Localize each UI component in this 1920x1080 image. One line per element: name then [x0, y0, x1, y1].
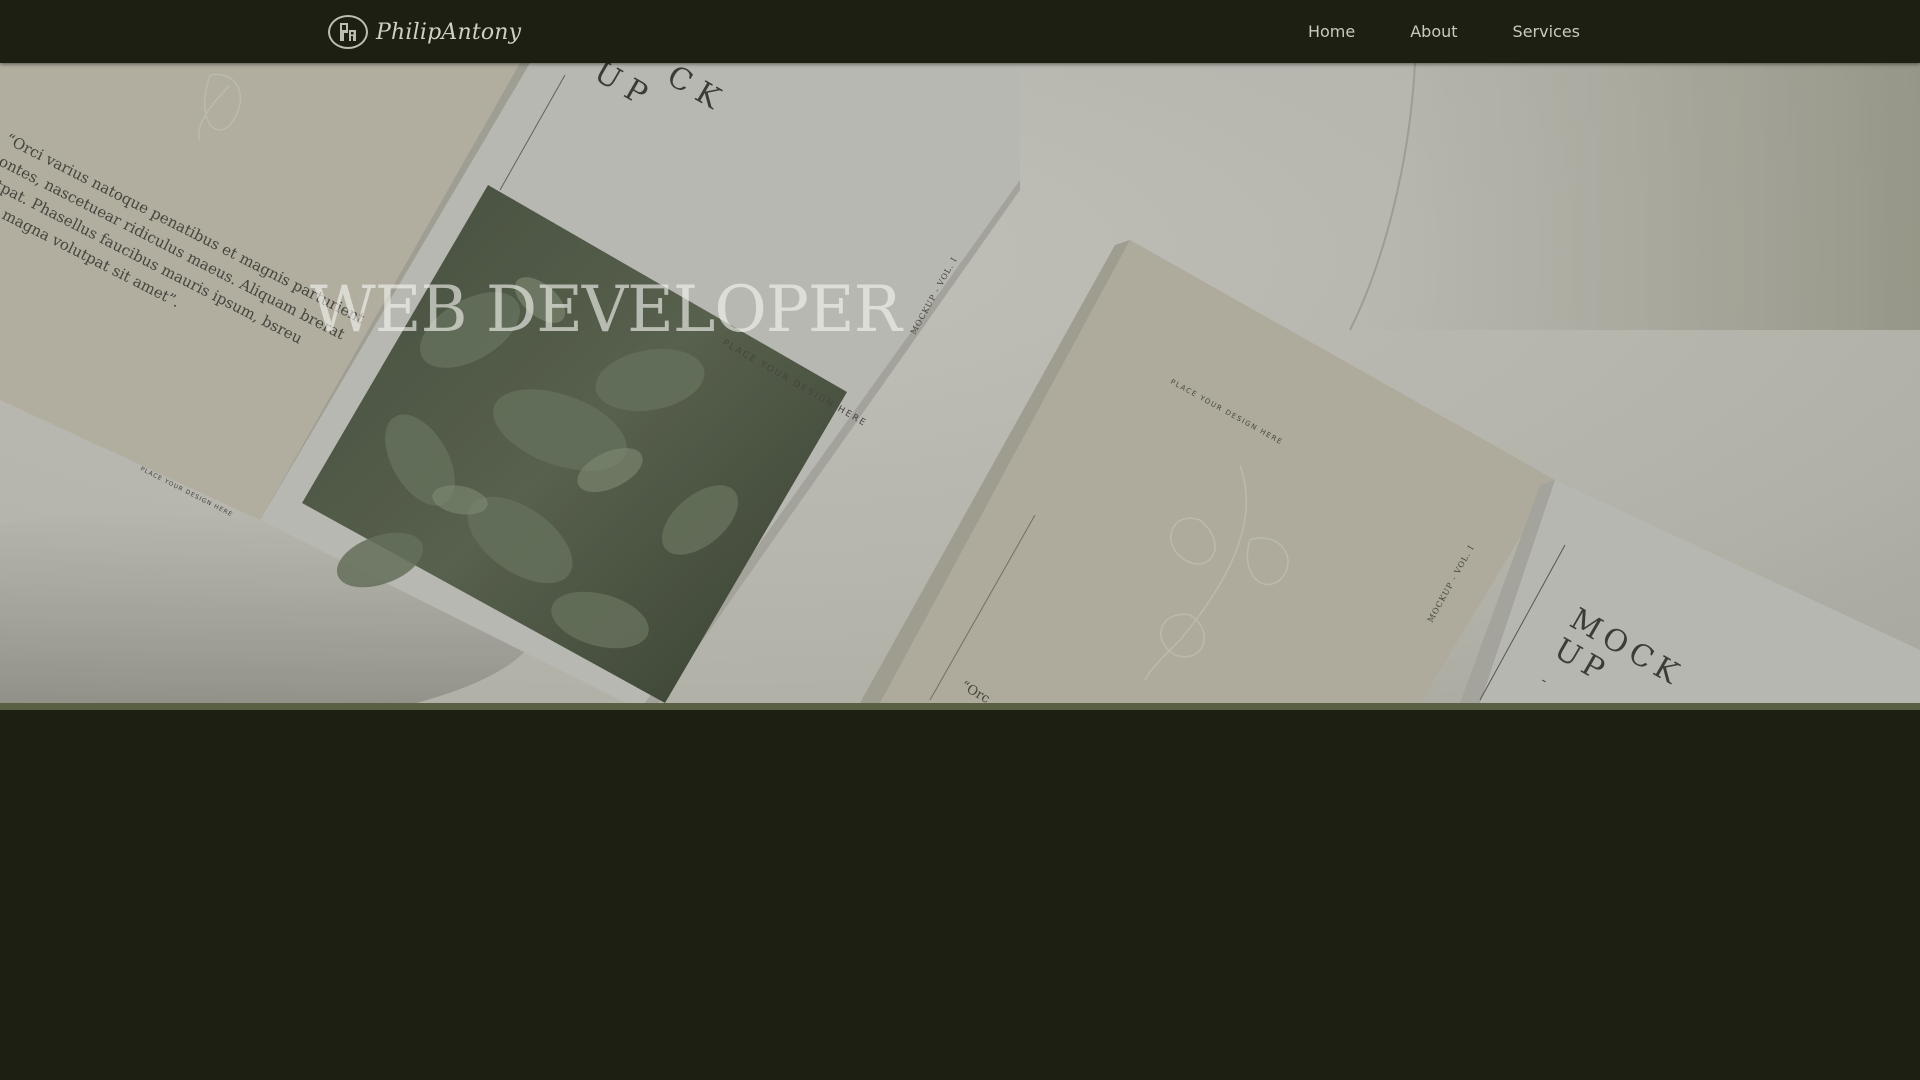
main-nav: Home About Services — [1253, 0, 1580, 63]
brand-name: PhilipAntony — [376, 19, 522, 45]
hero-title: WEB DEVELOPER — [310, 273, 902, 347]
hero-section: “Orci varius natoque penatibus et magnis… — [0, 63, 1920, 703]
nav-services-link[interactable]: Services — [1513, 22, 1580, 41]
page: PhilipAntony Home About Services “Orci v… — [0, 0, 1920, 1080]
navbar: PhilipAntony Home About Services — [0, 0, 1920, 63]
nav-home-link[interactable]: Home — [1308, 22, 1355, 41]
pa-monogram-icon — [328, 15, 368, 49]
hero-overlay — [0, 63, 1920, 703]
accent-divider — [0, 703, 1920, 710]
brand-link[interactable]: PhilipAntony — [328, 13, 521, 51]
content-section — [0, 710, 1920, 1080]
nav-about-link[interactable]: About — [1410, 22, 1457, 41]
